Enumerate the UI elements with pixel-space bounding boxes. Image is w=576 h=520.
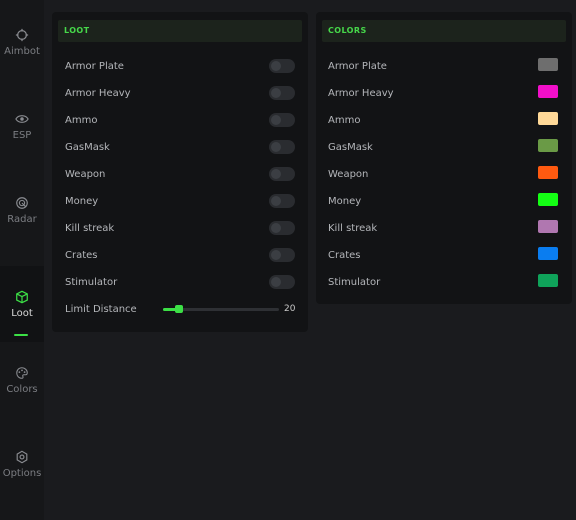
loot-row-ammo: Ammo	[65, 107, 97, 134]
loot-label: Armor Heavy	[65, 88, 131, 99]
color-label: Armor Plate	[328, 61, 387, 72]
toggle-knob	[271, 250, 281, 260]
color-row-armor-plate: Armor Plate	[328, 53, 387, 80]
nav-label-loot: Loot	[11, 307, 33, 319]
active-indicator	[14, 334, 28, 336]
loot-label: Ammo	[65, 115, 98, 126]
color-label: Money	[328, 196, 362, 207]
toggle-knob	[271, 115, 281, 125]
color-swatch-armor-plate[interactable]	[538, 58, 558, 71]
loot-row-armor-heavy: Armor Heavy	[65, 80, 131, 107]
color-row-gasmask: GasMask	[328, 134, 373, 161]
loot-panel: LOOT Armor Plate Armor Heavy Ammo GasMas…	[52, 12, 308, 332]
color-swatch-stimulator[interactable]	[538, 274, 558, 287]
loot-row-gasmask: GasMask	[65, 134, 110, 161]
toggle-knob	[271, 277, 281, 287]
loot-label: GasMask	[65, 142, 110, 153]
color-row-crates: Crates	[328, 242, 361, 269]
nav-label-colors: Colors	[6, 383, 38, 395]
toggle-money[interactable]	[269, 194, 295, 208]
limit-distance-label: Limit Distance	[65, 304, 137, 315]
nav-item-radar[interactable]: Radar	[0, 172, 44, 248]
loot-label: Crates	[65, 250, 98, 261]
limit-distance-row: Limit Distance	[65, 296, 137, 323]
loot-panel-title: LOOT	[58, 20, 302, 42]
gear-icon	[15, 450, 29, 464]
color-label: Ammo	[328, 115, 361, 126]
color-swatch-weapon[interactable]	[538, 166, 558, 179]
colors-panel: COLORS Armor Plate Armor Heavy Ammo GasM…	[316, 12, 572, 304]
color-label: Weapon	[328, 169, 369, 180]
nav-label-aimbot: Aimbot	[4, 45, 40, 57]
loot-row-money: Money	[65, 188, 98, 215]
color-swatch-kill-streak[interactable]	[538, 220, 558, 233]
sidebar: Aimbot ESP Radar Loot Colors Options	[0, 0, 44, 520]
nav-label-esp: ESP	[12, 129, 32, 141]
toggle-knob	[271, 142, 281, 152]
nav-item-loot[interactable]: Loot	[0, 266, 44, 342]
loot-label: Kill streak	[65, 223, 115, 234]
nav-item-options[interactable]: Options	[0, 426, 44, 502]
toggle-gasmask[interactable]	[269, 140, 295, 154]
toggle-stimulator[interactable]	[269, 275, 295, 289]
loot-row-weapon: Weapon	[65, 161, 105, 188]
color-swatch-ammo[interactable]	[538, 112, 558, 125]
palette-icon	[15, 366, 29, 380]
target-icon	[15, 28, 29, 42]
color-row-armor-heavy: Armor Heavy	[328, 80, 394, 107]
limit-distance-slider[interactable]	[163, 305, 279, 313]
color-row-kill-streak: Kill streak	[328, 215, 377, 242]
color-row-stimulator: Stimulator	[328, 269, 380, 296]
loot-row-crates: Crates	[65, 242, 98, 269]
toggle-knob	[271, 223, 281, 233]
color-swatch-crates[interactable]	[538, 247, 558, 260]
toggle-kill-streak[interactable]	[269, 221, 295, 235]
loot-label: Armor Plate	[65, 61, 124, 72]
color-label: Stimulator	[328, 277, 381, 288]
color-label: GasMask	[328, 142, 373, 153]
color-row-money: Money	[328, 188, 361, 215]
nav-item-esp[interactable]: ESP	[0, 88, 44, 164]
toggle-knob	[271, 169, 281, 179]
toggle-knob	[271, 88, 281, 98]
color-label: Crates	[328, 250, 361, 261]
color-row-weapon: Weapon	[328, 161, 368, 188]
toggle-ammo[interactable]	[269, 113, 295, 127]
color-swatch-gasmask[interactable]	[538, 139, 558, 152]
toggle-armor-heavy[interactable]	[269, 86, 295, 100]
color-row-ammo: Ammo	[328, 107, 360, 134]
nav-item-aimbot[interactable]: Aimbot	[0, 4, 44, 80]
slider-thumb[interactable]	[175, 305, 183, 313]
toggle-knob	[271, 61, 281, 71]
toggle-crates[interactable]	[269, 248, 295, 262]
toggle-armor-plate[interactable]	[269, 59, 295, 73]
loot-row-kill-streak: Kill streak	[65, 215, 114, 242]
loot-label: Money	[65, 196, 99, 207]
nav-label-radar: Radar	[7, 213, 37, 225]
colors-panel-title: COLORS	[322, 20, 566, 42]
loot-row-armor-plate: Armor Plate	[65, 53, 124, 80]
color-label: Kill streak	[328, 223, 378, 234]
nav-item-colors[interactable]: Colors	[0, 342, 44, 418]
color-swatch-armor-heavy[interactable]	[538, 85, 558, 98]
loot-row-stimulator: Stimulator	[65, 269, 117, 296]
eye-icon	[15, 112, 29, 126]
radar-icon	[15, 196, 29, 210]
loot-label: Stimulator	[65, 277, 118, 288]
color-label: Armor Heavy	[328, 88, 394, 99]
cube-icon	[15, 290, 29, 304]
loot-label: Weapon	[65, 169, 106, 180]
color-swatch-money[interactable]	[538, 193, 558, 206]
nav-label-options: Options	[2, 467, 42, 479]
limit-distance-value: 20	[284, 304, 296, 314]
toggle-weapon[interactable]	[269, 167, 295, 181]
toggle-knob	[271, 196, 281, 206]
